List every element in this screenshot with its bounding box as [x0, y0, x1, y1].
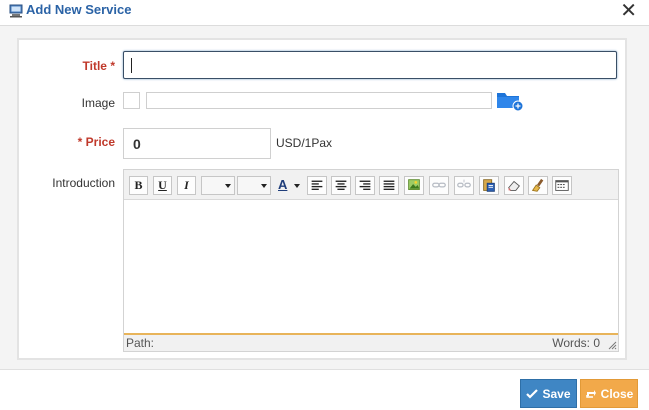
font-color-button[interactable]: A: [274, 176, 304, 195]
bold-button[interactable]: B: [129, 176, 148, 195]
dialog-titlebar: Add New Service ✕: [0, 0, 649, 26]
font-family-select[interactable]: [201, 176, 235, 195]
dialog-title: Add New Service: [26, 2, 132, 17]
paste-word-icon[interactable]: [479, 176, 499, 195]
align-justify-icon[interactable]: [379, 176, 399, 195]
cleanup-brush-icon[interactable]: [528, 176, 548, 195]
align-left-icon[interactable]: [307, 176, 327, 195]
check-icon: [526, 388, 539, 399]
price-unit: USD/1Pax: [276, 136, 333, 150]
resize-grip-icon[interactable]: [607, 340, 617, 350]
chevron-down-icon: [294, 184, 300, 188]
image-path-field[interactable]: [146, 92, 492, 109]
insert-image-icon[interactable]: [404, 176, 424, 195]
eraser-icon[interactable]: [504, 176, 524, 195]
refresh-icon: [585, 390, 596, 398]
chevron-down-icon: [225, 184, 231, 188]
dialog-body: Title * Image * Price 0 USD/1Pax Introdu…: [0, 26, 649, 369]
editor-content-area[interactable]: [124, 200, 618, 333]
close-icon[interactable]: ✕: [620, 1, 637, 21]
text-caret: [131, 58, 132, 73]
price-label: * Price: [77, 135, 115, 149]
monitor-icon: [9, 4, 23, 18]
unlink-icon[interactable]: [454, 176, 474, 195]
align-center-icon[interactable]: [331, 176, 351, 195]
dialog-footer: Save Close: [0, 369, 649, 410]
image-label: Image: [81, 96, 115, 110]
rich-text-editor: B U I A Path: Words: 0: [123, 169, 619, 352]
align-right-icon[interactable]: [355, 176, 375, 195]
editor-toolbar: B U I A: [124, 170, 618, 200]
title-label: Title *: [82, 59, 115, 73]
font-size-select[interactable]: [237, 176, 271, 195]
editor-path-label: Path:: [126, 336, 155, 350]
italic-button[interactable]: I: [177, 176, 196, 195]
title-input[interactable]: [123, 51, 617, 79]
save-button-label: Save: [542, 386, 571, 401]
close-button[interactable]: Close: [580, 379, 638, 408]
form-panel: Title * Image * Price 0 USD/1Pax Introdu…: [17, 38, 627, 360]
close-button-label: Close: [600, 386, 634, 401]
underline-button[interactable]: U: [153, 176, 172, 195]
image-preview-box[interactable]: [123, 92, 140, 109]
price-input[interactable]: 0: [123, 128, 271, 159]
save-button[interactable]: Save: [520, 379, 577, 408]
chevron-down-icon: [261, 184, 267, 188]
editor-statusbar: Path: Words: 0: [124, 333, 618, 351]
source-html-icon[interactable]: [552, 176, 572, 195]
font-color-label: A: [278, 177, 288, 192]
word-count: Words: 0: [552, 336, 600, 350]
link-icon[interactable]: [429, 176, 449, 195]
folder-add-icon[interactable]: [496, 90, 524, 112]
introduction-label: Introduction: [52, 176, 115, 190]
